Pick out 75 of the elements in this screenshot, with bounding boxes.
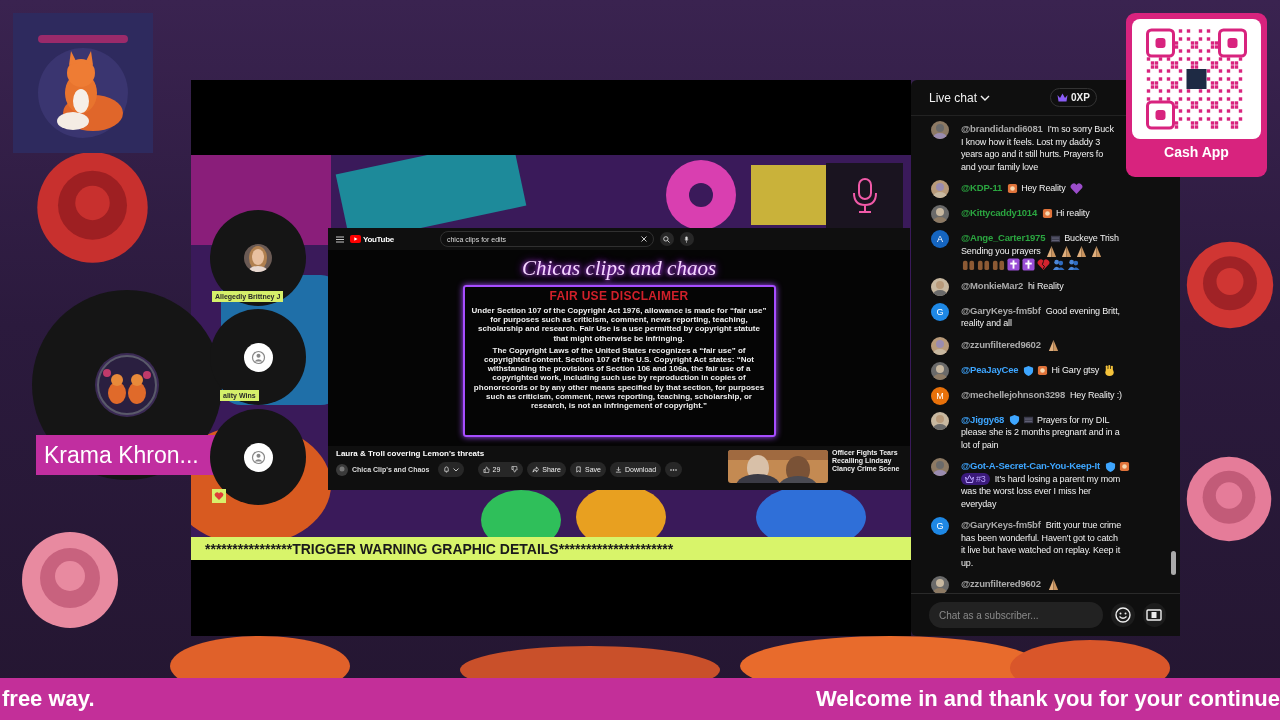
chat-author[interactable]: @zzunfiltered9602 xyxy=(961,338,1041,352)
member-badge-icon xyxy=(1023,414,1035,426)
message-text: Buckeye Trish xyxy=(1064,232,1119,245)
message-text: lot of pain xyxy=(961,438,999,451)
crown-icon xyxy=(1057,93,1069,102)
message-text: up. xyxy=(961,556,974,569)
praying-hands-icon xyxy=(1074,244,1088,258)
shield-icon xyxy=(1104,460,1116,472)
sticker-icon xyxy=(1041,207,1053,219)
super-chat-button[interactable] xyxy=(1142,603,1166,627)
chat-author[interactable]: @GaryKeys-fm5bf xyxy=(961,304,1041,317)
people-icon xyxy=(1052,257,1065,271)
chat-author[interactable]: @KDP-11 xyxy=(961,182,1003,195)
praying-hands-icon xyxy=(1044,244,1058,258)
chat-author[interactable]: @mechellejohnson3298 xyxy=(961,388,1065,401)
chat-author[interactable]: @Kittycaddy1014 xyxy=(961,207,1037,220)
broken-heart-icon xyxy=(1037,257,1050,271)
message-text: Sending you prayers xyxy=(961,244,1041,258)
message-text: and your family love xyxy=(961,160,1039,173)
emoji-button[interactable] xyxy=(1111,603,1135,627)
message-text: Good evening Britt, xyxy=(1045,304,1120,317)
message-text: reality and all xyxy=(961,317,1012,330)
message-text: Hi reality xyxy=(1055,207,1090,220)
avatar: G xyxy=(931,302,949,321)
smiley-icon xyxy=(1114,607,1131,623)
ticker-text: Welcome in and thank you for your continue xyxy=(815,686,1280,712)
qr-label: Cash App xyxy=(1164,144,1229,160)
avatar: A xyxy=(931,230,949,248)
message-text: It's hard losing a parent my mom xyxy=(994,472,1121,485)
shield-icon xyxy=(1023,364,1035,376)
shield-icon xyxy=(1009,414,1021,426)
scrollbar-thumb[interactable] xyxy=(1171,551,1176,575)
chat-author[interactable]: @Got-A-Secret-Can-You-Keep-It xyxy=(961,460,1100,473)
message-text: has been wonderful. Haven't got to catch xyxy=(961,531,1118,544)
praying-hands-icon xyxy=(1089,244,1103,258)
people-icon xyxy=(1067,257,1080,271)
message-text: everyday xyxy=(961,497,997,510)
message-text: I know how it feels. Lost my daddy 3 xyxy=(961,135,1101,148)
waving-hand-icon xyxy=(1103,363,1117,377)
ticker-text: free way. xyxy=(2,686,95,712)
cross-icon xyxy=(1007,257,1020,271)
message-text: years ago and it still hurts. Prayers fo xyxy=(961,148,1104,161)
message-text: Hi Gary gtsy xyxy=(1051,363,1100,377)
dollar-note-icon xyxy=(1146,609,1163,621)
message-text: it live but have watched on replay. Keep it xyxy=(961,544,1120,557)
chat-author[interactable]: @zzunfiltered9602 xyxy=(961,578,1041,591)
heart-icon xyxy=(1069,182,1083,195)
chat-mode-dropdown[interactable]: Live chat xyxy=(929,90,991,105)
chat-author[interactable]: @Jiggy68 xyxy=(961,413,1005,426)
message-text: hi Reality xyxy=(1027,279,1064,292)
sticker-icon xyxy=(1007,183,1019,194)
message-text: Britt your true crime xyxy=(1045,519,1122,532)
chat-author[interactable]: @MonkieMar2 xyxy=(961,279,1023,292)
chat-author[interactable]: @PeaJayCee xyxy=(961,363,1019,377)
chat-input[interactable]: Chat as a subscriber... xyxy=(929,602,1104,628)
chevron-down-icon xyxy=(980,94,991,101)
message-text: Hey Reality :) xyxy=(1070,388,1122,401)
avatar: M xyxy=(931,386,949,405)
message-text: I'm so sorry Buck xyxy=(1047,123,1114,136)
warning-banner: ****************TRIGGER WARNING GRAPHIC DETAILS********************* xyxy=(191,537,911,560)
message-text: Prayers for my DIL xyxy=(1037,413,1110,426)
praying-hands-icon xyxy=(1059,244,1073,258)
sticker-icon xyxy=(1118,460,1130,472)
chat-author[interactable]: @Ange_Carter1975 xyxy=(961,232,1046,245)
message-text: Hey Reality xyxy=(1021,182,1066,195)
chat-author[interactable]: @GaryKeys-fm5bf xyxy=(961,519,1041,532)
sticker-icon xyxy=(1037,364,1049,376)
chat-author[interactable]: @brandidandi6081 xyxy=(961,123,1043,136)
praying-hands-icon xyxy=(1046,338,1060,352)
message-text: was the worst loss ever I miss her xyxy=(961,485,1091,498)
avatar: G xyxy=(931,517,949,535)
cross-icon xyxy=(1022,257,1035,271)
message-text: please she is 2 months pregnant and in a xyxy=(961,426,1120,439)
praying-hands-icon xyxy=(1046,578,1060,591)
rank-badge: #3 xyxy=(961,472,990,485)
